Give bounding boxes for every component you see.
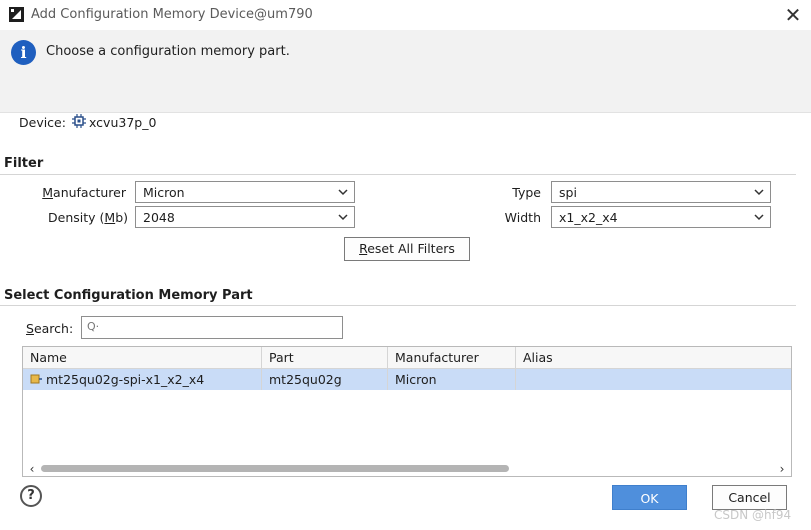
search-placeholder: Q· <box>87 320 100 333</box>
width-label: Width <box>504 210 541 225</box>
device-name: xcvu37p_0 <box>89 115 157 130</box>
ok-button[interactable]: OK <box>612 485 687 510</box>
message-banner <box>0 30 811 113</box>
type-label: Type <box>512 185 541 200</box>
reset-all-filters-button[interactable]: Reset All Filters <box>344 237 470 261</box>
table-row[interactable]: mt25qu02g-spi-x1_x2_x4 mt25qu02g Micron <box>23 369 791 390</box>
cell-alias <box>516 369 791 390</box>
chevron-down-icon <box>754 214 764 221</box>
type-select[interactable]: spi <box>551 181 771 203</box>
scroll-thumb[interactable] <box>41 465 509 472</box>
watermark: CSDN @hf94 <box>714 508 792 522</box>
scroll-left-icon[interactable]: ‹ <box>25 462 39 476</box>
horizontal-scrollbar[interactable]: ‹ › <box>23 462 791 476</box>
close-icon[interactable]: ✕ <box>779 2 807 28</box>
column-header-alias[interactable]: Alias <box>516 347 791 369</box>
help-button[interactable]: ? <box>20 485 42 507</box>
width-select[interactable]: x1_x2_x4 <box>551 206 771 228</box>
density-select[interactable]: 2048 <box>135 206 355 228</box>
width-value: x1_x2_x4 <box>559 210 618 225</box>
density-value: 2048 <box>143 210 175 225</box>
app-logo-icon <box>9 7 24 22</box>
cell-manufacturer: Micron <box>388 369 516 390</box>
chevron-down-icon <box>338 214 348 221</box>
info-icon: i <box>11 40 36 65</box>
manufacturer-value: Micron <box>143 185 185 200</box>
device-label: Device: <box>19 115 66 130</box>
density-label: Density (Mb) <box>48 210 128 225</box>
select-divider <box>0 305 796 306</box>
chevron-down-icon <box>338 189 348 196</box>
select-part-section-title: Select Configuration Memory Part <box>4 288 253 303</box>
column-header-name[interactable]: Name <box>23 347 262 369</box>
chip-icon <box>72 114 86 128</box>
parts-table[interactable]: Name Part Manufacturer Alias mt25qu02g-s… <box>22 346 792 477</box>
filter-section-title: Filter <box>4 156 44 171</box>
column-header-manufacturer[interactable]: Manufacturer <box>388 347 516 369</box>
cell-name: mt25qu02g-spi-x1_x2_x4 <box>23 369 262 390</box>
search-label: Search: <box>26 321 74 336</box>
search-input[interactable]: Q· <box>81 316 343 339</box>
window-title: Add Configuration Memory Device@um790 <box>31 7 313 22</box>
filter-divider <box>0 174 796 175</box>
memory-part-icon <box>30 373 42 385</box>
scroll-right-icon[interactable]: › <box>775 462 789 476</box>
column-header-part[interactable]: Part <box>262 347 388 369</box>
manufacturer-label: Manufacturer <box>42 185 126 200</box>
cancel-button[interactable]: Cancel <box>712 485 787 510</box>
type-value: spi <box>559 185 577 200</box>
chevron-down-icon <box>754 189 764 196</box>
manufacturer-select[interactable]: Micron <box>135 181 355 203</box>
cell-part: mt25qu02g <box>262 369 388 390</box>
banner-message: Choose a configuration memory part. <box>46 44 290 59</box>
